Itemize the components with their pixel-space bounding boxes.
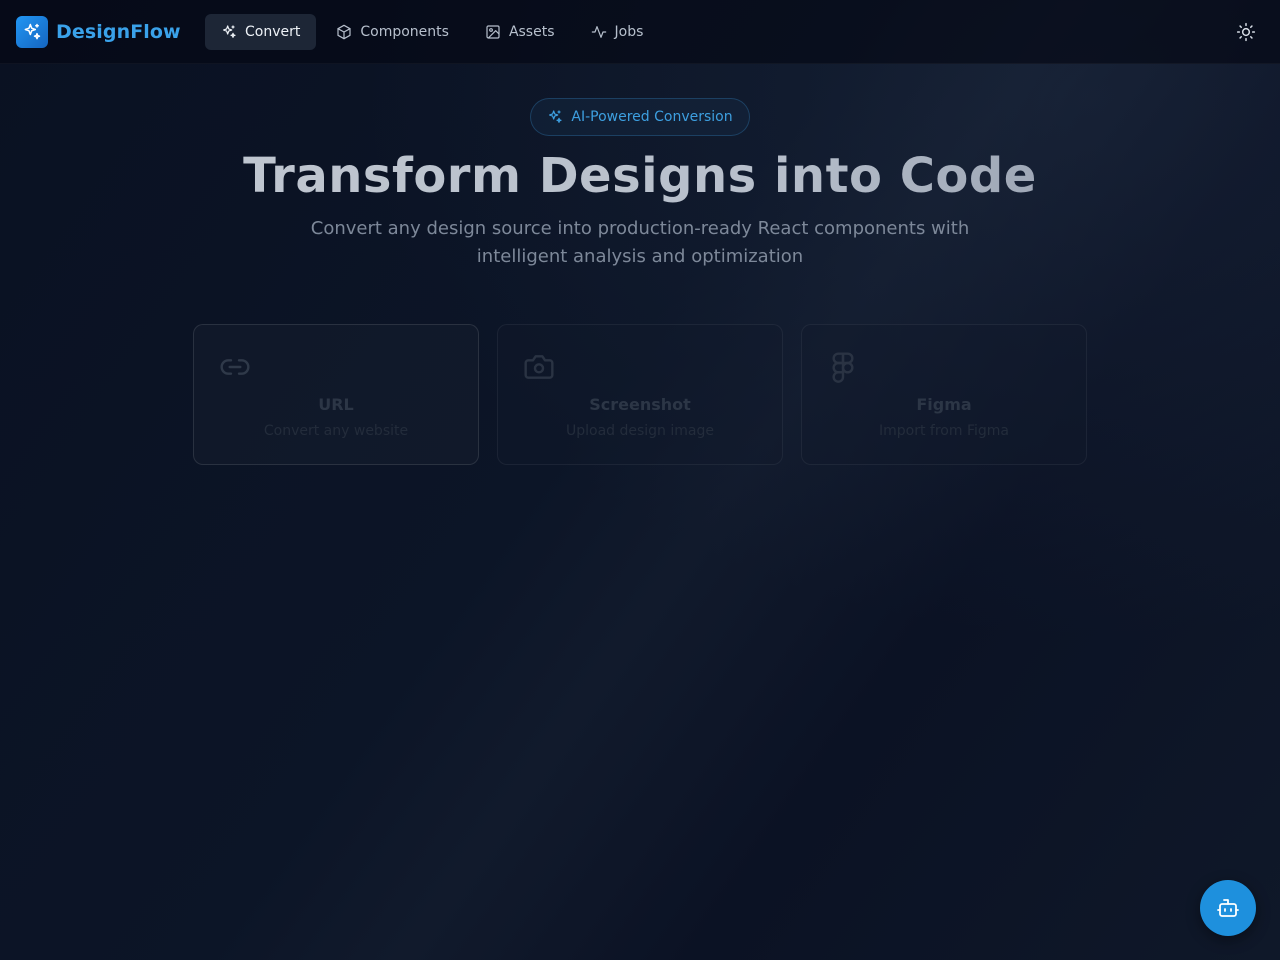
source-card-screenshot[interactable]: Screenshot Upload design image bbox=[497, 324, 783, 465]
nav-label: Components bbox=[360, 24, 449, 40]
card-description: Upload design image bbox=[565, 423, 714, 439]
main-nav: Convert Components Assets Jobs bbox=[205, 14, 659, 50]
page-title: Transform Designs into Code bbox=[0, 146, 1280, 206]
card-title: Screenshot bbox=[589, 395, 691, 414]
sparkles-icon bbox=[549, 110, 562, 123]
card-title: URL bbox=[318, 395, 354, 414]
nav-item-assets[interactable]: Assets bbox=[469, 14, 571, 50]
bot-icon bbox=[1217, 899, 1239, 917]
source-card-figma[interactable]: Figma Import from Figma bbox=[801, 324, 1087, 465]
card-description: Convert any website bbox=[263, 423, 409, 439]
card-description: Import from Figma bbox=[879, 423, 1009, 439]
theme-toggle-button[interactable] bbox=[1230, 16, 1262, 48]
nav-label: Jobs bbox=[614, 24, 644, 40]
card-title: Figma bbox=[916, 395, 972, 414]
image-icon bbox=[486, 25, 500, 39]
app-logo[interactable]: DesignFlow bbox=[16, 16, 181, 48]
ai-badge: AI-Powered Conversion bbox=[530, 98, 750, 136]
nav-item-components[interactable]: Components bbox=[320, 14, 465, 50]
page-subtitle: Convert any design source into productio… bbox=[310, 218, 970, 267]
app-name: DesignFlow bbox=[56, 21, 181, 43]
sun-icon bbox=[1236, 22, 1256, 42]
source-cards: URL Convert any website Screenshot Uploa… bbox=[193, 324, 1087, 465]
badge-label: AI-Powered Conversion bbox=[571, 109, 733, 125]
nav-label: Assets bbox=[508, 24, 555, 40]
source-card-url[interactable]: URL Convert any website bbox=[193, 324, 479, 465]
assistant-button[interactable] bbox=[1200, 880, 1256, 936]
figma-icon bbox=[832, 352, 854, 383]
nav-label: Convert bbox=[245, 24, 301, 40]
top-navigation-bar: DesignFlow Convert Components Assets Job… bbox=[0, 0, 1280, 64]
link-icon bbox=[220, 359, 250, 375]
cube-icon bbox=[337, 24, 351, 40]
activity-icon bbox=[591, 26, 606, 38]
sparkles-logo-icon bbox=[16, 16, 48, 48]
nav-item-jobs[interactable]: Jobs bbox=[575, 14, 660, 50]
sparkles-icon bbox=[223, 25, 236, 38]
nav-item-convert[interactable]: Convert bbox=[205, 14, 317, 50]
camera-icon bbox=[524, 355, 554, 379]
